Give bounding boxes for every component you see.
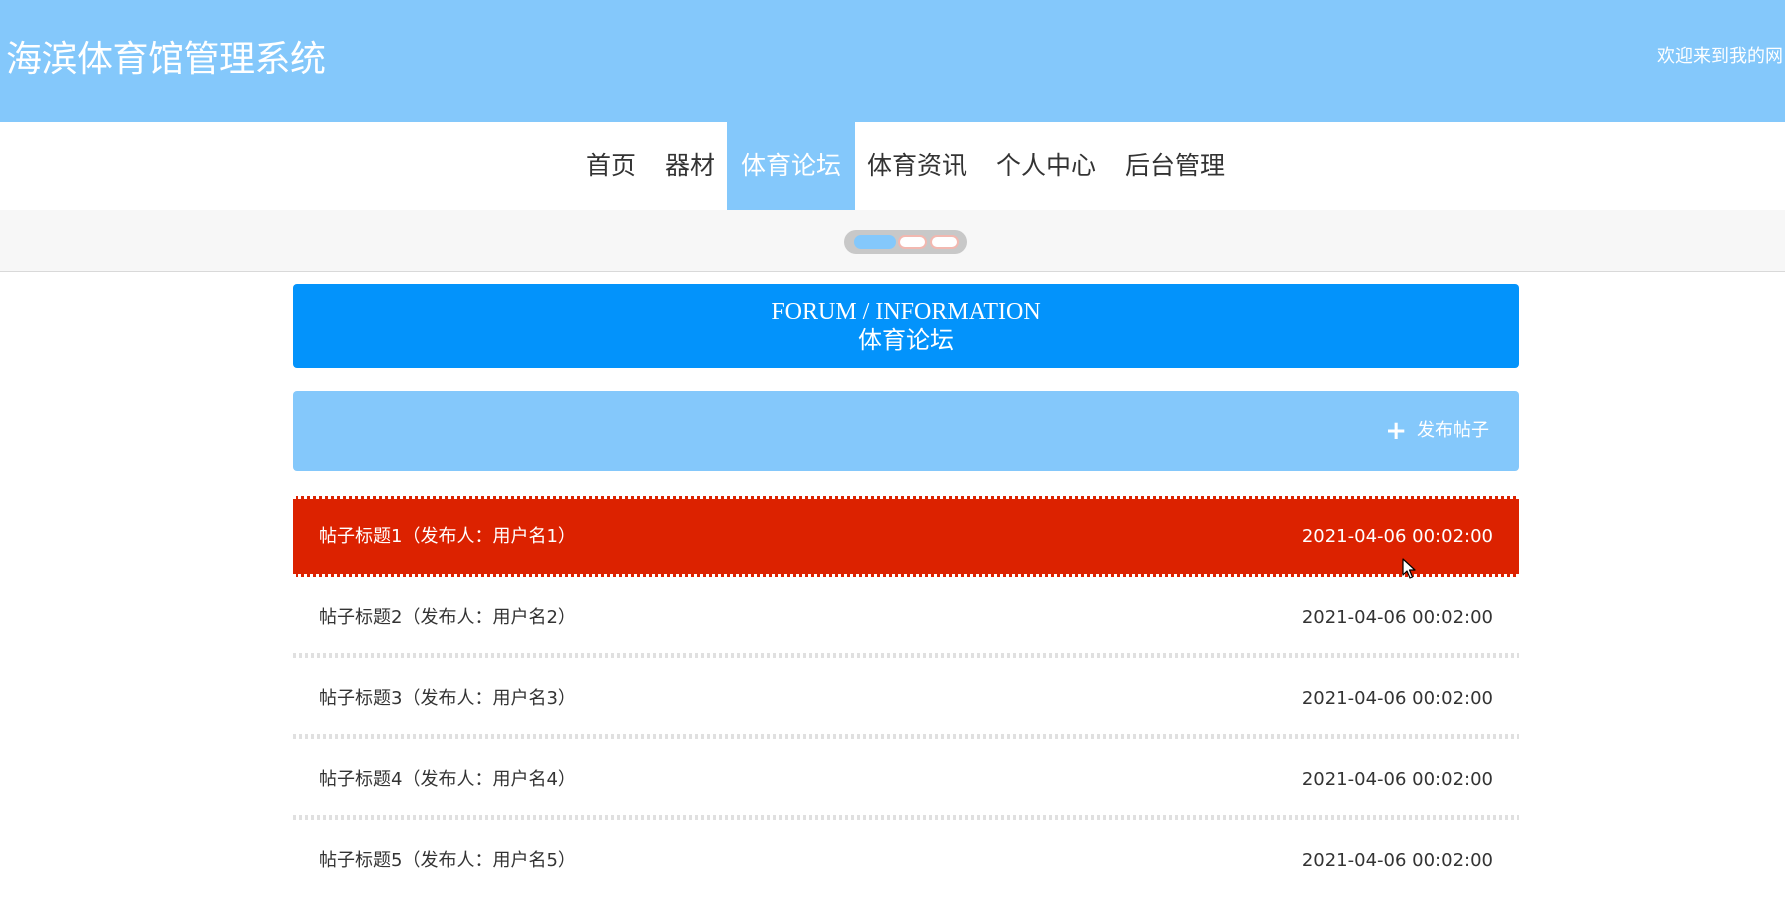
post-time: 2021-04-06 00:02:00: [1301, 769, 1493, 790]
forum-heading-en: FORUM / INFORMATION: [771, 299, 1041, 325]
post-row[interactable]: 帖子标题4（发布人：用户名4） 2021-04-06 00:02:00: [293, 739, 1519, 820]
post-title: 帖子标题5（发布人：用户名5）: [319, 850, 576, 871]
main-nav: 首页 器材 体育论坛 体育资讯 个人中心 后台管理: [0, 122, 1785, 210]
nav-item-home[interactable]: 首页: [579, 122, 643, 210]
add-post-button[interactable]: + 发布帖子: [1385, 391, 1489, 471]
nav-item-personal-center[interactable]: 个人中心: [992, 122, 1100, 210]
post-time: 2021-04-06 00:02:00: [1301, 526, 1493, 547]
post-row[interactable]: 帖子标题1（发布人：用户名1） 2021-04-06 00:02:00: [293, 496, 1519, 577]
nav-item-forum[interactable]: 体育论坛: [727, 122, 855, 210]
nav-item-equipment[interactable]: 器材: [658, 122, 722, 210]
carousel-indicators: [844, 230, 967, 254]
post-row[interactable]: 帖子标题5（发布人：用户名5） 2021-04-06 00:02:00: [293, 820, 1519, 878]
post-time: 2021-04-06 00:02:00: [1301, 688, 1493, 709]
post-time: 2021-04-06 00:02:00: [1301, 850, 1493, 871]
post-title: 帖子标题1（发布人：用户名1）: [319, 526, 576, 547]
welcome-marquee: 欢迎来到我的网: [1657, 46, 1783, 67]
nav-item-admin[interactable]: 后台管理: [1121, 122, 1229, 210]
mouse-cursor-icon: [1402, 558, 1416, 579]
post-time: 2021-04-06 00:02:00: [1301, 607, 1493, 628]
nav-item-news[interactable]: 体育资讯: [863, 122, 971, 210]
forum-action-bar: + 发布帖子: [293, 391, 1519, 471]
forum-heading-cn: 体育论坛: [858, 328, 954, 354]
post-title: 帖子标题2（发布人：用户名2）: [319, 607, 576, 628]
plus-icon: +: [1385, 416, 1407, 446]
forum-heading: FORUM / INFORMATION 体育论坛: [293, 284, 1519, 368]
add-post-label: 发布帖子: [1417, 420, 1489, 441]
post-title: 帖子标题3（发布人：用户名3）: [319, 688, 576, 709]
post-row[interactable]: 帖子标题2（发布人：用户名2） 2021-04-06 00:02:00: [293, 577, 1519, 658]
site-title: 海滨体育馆管理系统: [6, 39, 326, 80]
carousel: [0, 210, 1785, 272]
carousel-dot-1[interactable]: [854, 235, 896, 249]
carousel-dot-2[interactable]: [898, 235, 927, 249]
post-title: 帖子标题4（发布人：用户名4）: [319, 769, 576, 790]
post-row[interactable]: 帖子标题3（发布人：用户名3） 2021-04-06 00:02:00: [293, 658, 1519, 739]
carousel-dot-3[interactable]: [930, 235, 959, 249]
site-header: 海滨体育馆管理系统 欢迎来到我的网: [0, 0, 1785, 122]
